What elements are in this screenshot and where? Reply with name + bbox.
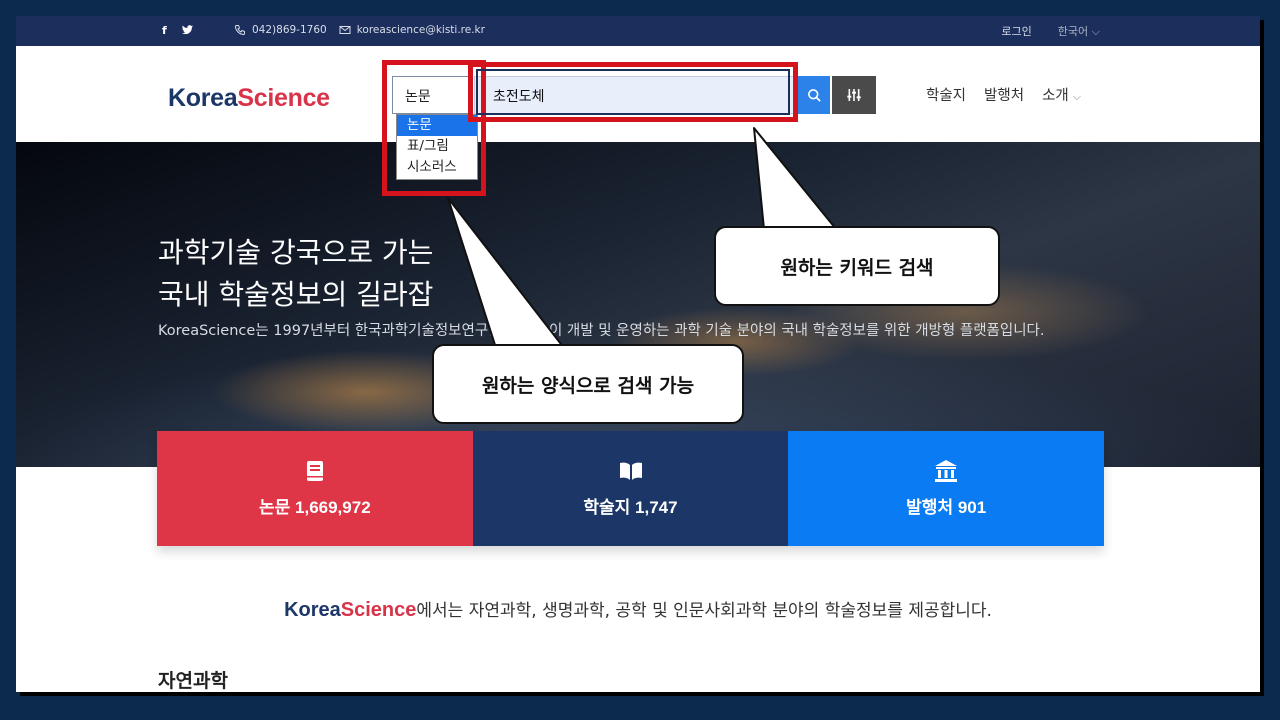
social-links: f [162,24,194,37]
nav-journals[interactable]: 학술지 [926,84,966,105]
stat-card-publishers[interactable]: 발행처 901 [788,431,1105,546]
open-book-icon [619,462,642,480]
section-title-natural-science: 자연과학 [158,670,228,692]
slide-frame: f 042)869-1760 koreascience@kisti.re.kr … [0,0,1280,720]
phone-number[interactable]: 042)869-1760 [252,24,327,36]
intro-brand-science: Science [340,599,417,621]
stat-publishers-label: 발행처 901 [906,498,987,517]
book-icon [306,461,323,481]
nav-about-label: 소개 [1042,88,1069,104]
nav-publishers[interactable]: 발행처 [984,84,1024,105]
search-icon [807,88,821,102]
stats-cards: 논문 1,669,972 학술지 1,747 발행처 901 [157,431,1105,546]
search-button[interactable] [798,76,830,114]
logo-science: Science [237,84,330,112]
chevron-down-icon: ⌵ [1072,90,1082,103]
stat-card-journals[interactable]: 학술지 1,747 [472,431,789,546]
main-nav: 학술지 발행처 소개 ⌵ [926,84,1081,105]
mail-icon [339,26,351,34]
logo-korea: Korea [168,84,238,112]
hero-description: KoreaScience는 1997년부터 한국과학기술정보연구원(KISTI)… [158,323,1045,339]
contact-info: 042)869-1760 koreascience@kisti.re.kr [234,24,485,36]
institution-icon [935,460,958,482]
sliders-icon [847,89,861,101]
hero-title-line1: 과학기술 강국으로 가는 [158,236,434,269]
language-select[interactable]: 한국어 ⌵ [1058,23,1100,39]
twitter-icon[interactable] [181,24,194,36]
stat-papers-label: 논문 1,669,972 [259,498,371,517]
email-link[interactable]: koreascience@kisti.re.kr [357,24,485,36]
site-logo[interactable]: KoreaScience [168,84,330,113]
language-label: 한국어 [1057,25,1089,38]
login-link[interactable]: 로그인 [1001,23,1031,39]
hero-title: 과학기술 강국으로 가는 국내 학술정보의 길라잡 [158,232,433,316]
stat-card-papers[interactable]: 논문 1,669,972 [157,431,473,546]
intro-text: KoreaScience에서는 자연과학, 생명과학, 공학 및 인문사회과학 … [16,596,1260,622]
phone-icon [234,25,245,36]
intro-brand-korea: Korea [284,599,341,621]
hero-title-line2: 국내 학술정보의 길라잡 [158,278,434,311]
stat-journals-label: 학술지 1,747 [583,498,678,517]
callout-keyword-search: 원하는 키워드 검색 [714,226,1000,306]
browser-screen: f 042)869-1760 koreascience@kisti.re.kr … [16,16,1260,692]
facebook-icon[interactable]: f [162,24,167,37]
top-utility-bar: f 042)869-1760 koreascience@kisti.re.kr … [16,16,1260,46]
intro-body: 에서는 자연과학, 생명과학, 공학 및 인문사회과학 분야의 학술정보를 제공… [416,601,992,621]
advanced-filter-button[interactable] [832,76,876,114]
topbar-right: 로그인 한국어 ⌵ [1001,23,1100,39]
highlight-box-query-inner [476,69,790,115]
callout-format-search: 원하는 양식으로 검색 가능 [432,344,744,424]
chevron-down-icon: ⌵ [1091,25,1100,38]
nav-about[interactable]: 소개 ⌵ [1042,84,1081,105]
